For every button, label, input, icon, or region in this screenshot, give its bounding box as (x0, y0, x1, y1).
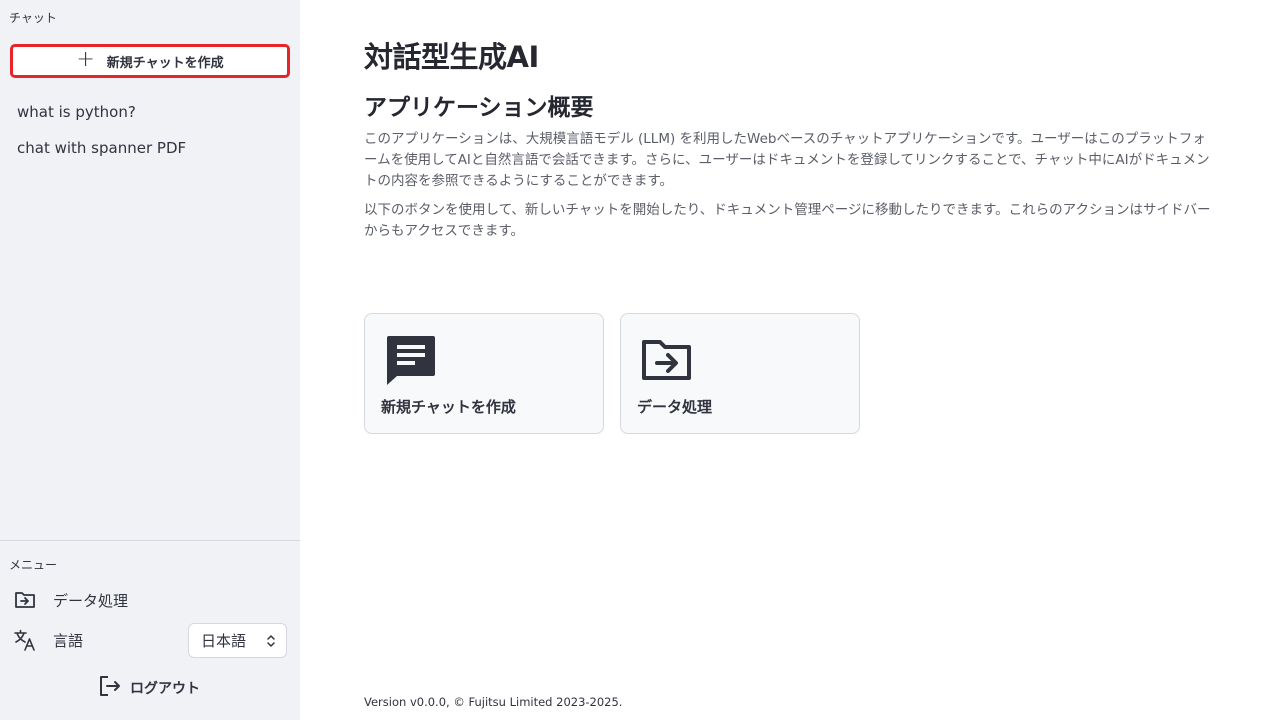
logout-icon (98, 675, 122, 701)
folder-arrow-icon (641, 334, 693, 386)
new-chat-button[interactable]: + 新規チャットを作成 (10, 44, 290, 78)
plus-icon: + (76, 47, 95, 72)
menu-item-language: 言語 (13, 628, 83, 652)
section-title: アプリケーション概要 (364, 95, 594, 121)
page-title: 対話型生成AI (364, 40, 539, 74)
data-processing-card[interactable]: データ処理 (620, 313, 860, 434)
chat-section-label: チャット (9, 11, 57, 25)
chat-history-list: what is python? chat with spanner PDF (17, 100, 186, 172)
new-chat-card-label: 新規チャットを作成 (381, 398, 516, 416)
new-chat-card[interactable]: 新規チャットを作成 (364, 313, 604, 434)
logout-button[interactable]: ログアウト (98, 676, 200, 700)
translate-icon (13, 628, 37, 652)
menu-section-label: メニュー (9, 558, 58, 572)
data-processing-card-label: データ処理 (637, 398, 713, 416)
footer-version: Version v0.0.0, © Fujitsu Limited 2023-2… (364, 695, 623, 709)
menu-item-data-processing[interactable]: データ処理 (13, 588, 128, 612)
menu-item-label: データ処理 (53, 591, 129, 610)
chat-icon (385, 334, 437, 386)
description-paragraph: このアプリケーションは、大規模言語モデル (LLM) を利用したWebベースのチ… (364, 131, 1210, 189)
chevron-up-down-icon (266, 633, 276, 649)
menu-item-label: 言語 (53, 631, 84, 650)
sidebar: チャット + 新規チャットを作成 what is python? chat wi… (0, 0, 300, 720)
main-content: 対話型生成AI アプリケーション概要 このアプリケーションは、大規模言語モデル … (364, 0, 1224, 720)
language-select[interactable]: 日本語 (188, 623, 287, 658)
instructions-paragraph: 以下のボタンを使用して、新しいチャットを開始したり、ドキュメント管理ページに移動… (364, 202, 1211, 239)
chat-history-item[interactable]: what is python? (17, 100, 186, 136)
sidebar-divider (0, 540, 300, 541)
language-select-value: 日本語 (201, 632, 247, 650)
chat-history-item[interactable]: chat with spanner PDF (17, 136, 186, 172)
folder-arrow-icon (13, 588, 37, 612)
new-chat-button-label: 新規チャットを作成 (106, 55, 224, 71)
logout-label: ログアウト (130, 681, 200, 697)
